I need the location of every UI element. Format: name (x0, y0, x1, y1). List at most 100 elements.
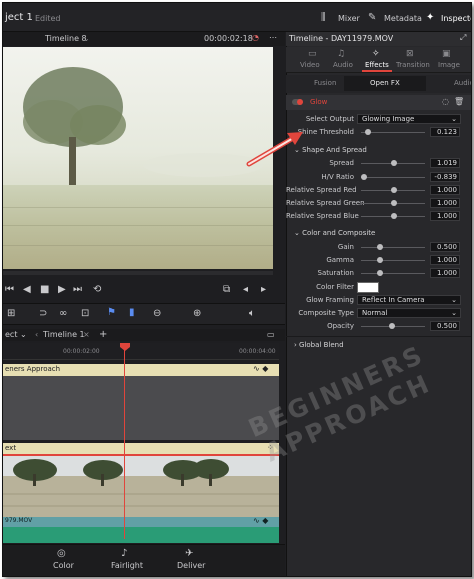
tab-audio[interactable]: Audio (333, 61, 353, 69)
text-clip-header[interactable]: ext ⁘ (3, 443, 279, 454)
composite-type-dropdown[interactable]: Normal ⌄ (357, 308, 461, 318)
mixer-button[interactable]: Mixer (338, 14, 360, 23)
opacity-field[interactable]: 0.500 (430, 321, 460, 331)
link-icon[interactable]: ∞ (59, 308, 67, 319)
zoom-out-icon[interactable]: ⊖ (153, 308, 161, 319)
viewer-scrubber[interactable] (3, 271, 273, 275)
tab-effects[interactable]: Effects (365, 61, 389, 69)
tab-transition[interactable]: Transition (396, 61, 430, 69)
volume-icon[interactable]: 🔈︎ (249, 308, 255, 319)
hv-ratio-field[interactable]: -0.839 (430, 172, 460, 182)
metadata-button[interactable]: Metadata (384, 14, 422, 23)
audio-clip-header[interactable]: 979.MOV ∿ ◆ (3, 516, 279, 527)
gain-field[interactable]: 0.500 (430, 242, 460, 252)
next-edit-icon[interactable]: ▸ (261, 284, 266, 295)
tab-image[interactable]: Image (438, 61, 460, 69)
tab-video[interactable]: Video (300, 61, 320, 69)
fairlight-page-button[interactable]: Fairlight (111, 561, 143, 570)
play-icon[interactable]: ▶ (58, 284, 66, 295)
gain-slider[interactable] (361, 247, 425, 248)
stop-icon[interactable]: ■ (40, 284, 49, 295)
label-glow-framing: Glow Framing (306, 296, 354, 304)
shine-threshold-field[interactable]: 0.123 (430, 127, 460, 137)
relative-spread-blue-knob[interactable] (391, 213, 397, 219)
audio-clip[interactable] (3, 527, 279, 543)
relative-spread-red-field[interactable]: 1.000 (430, 185, 460, 195)
timeline-view-icon[interactable]: ▭ (267, 330, 275, 339)
opacity-knob[interactable] (389, 323, 395, 329)
zoom-in-icon[interactable]: ⊕ (193, 308, 201, 319)
title-clip-header[interactable]: eners Approach ∿ ◆ (3, 364, 279, 376)
color-wheel-icon[interactable]: ◔ (252, 33, 259, 42)
playhead-line[interactable] (124, 349, 125, 539)
reset-icon[interactable]: ◌ (442, 97, 449, 106)
transition-tab-icon[interactable]: ⊠ (406, 49, 414, 59)
snapping-icon[interactable]: ⊃ (39, 308, 47, 319)
subtab-openfx[interactable]: Open FX (370, 79, 400, 87)
relative-spread-blue-field[interactable]: 1.000 (430, 211, 460, 221)
mixer-icon[interactable]: ⫼ (321, 12, 326, 23)
timeline-tab[interactable]: Timeline 1 (43, 330, 85, 339)
saturation-field[interactable]: 1.000 (430, 268, 460, 278)
audio-tab-icon[interactable]: ♫ (337, 49, 345, 59)
inspector-button[interactable]: Inspector (441, 14, 471, 23)
fairlight-page-icon[interactable]: ♪ (121, 548, 127, 559)
jump-start-icon[interactable]: ⏮ (5, 284, 14, 295)
delete-icon[interactable]: 🗑︎ (454, 97, 464, 106)
edit-toolbar: ⊞ ⊃ ∞ ⊡ ⚑ ▮ ⊖ ⊕ 🔈︎ (3, 303, 285, 325)
timeline-ruler[interactable]: 00:00:02:00 00:00:04:00 (3, 343, 279, 360)
glow-framing-dropdown[interactable]: Reflect In Camera ⌄ (357, 295, 461, 305)
saturation-slider[interactable] (361, 273, 425, 274)
loop-icon[interactable]: ⟲ (93, 284, 101, 295)
jump-end-icon[interactable]: ⏭ (73, 284, 82, 295)
hv-ratio-slider[interactable] (361, 177, 425, 178)
close-icon[interactable]: × (83, 330, 90, 339)
clip-options-icon: ⁘ (267, 443, 274, 452)
expand-icon[interactable]: ⤢ (460, 33, 466, 43)
lock-icon[interactable]: ⊡ (81, 308, 89, 319)
timeline-tab-prev[interactable]: ect ⌄ (5, 330, 27, 339)
add-tab-icon[interactable]: + (99, 329, 107, 340)
marker-icon[interactable]: ▮ (129, 307, 135, 318)
spread-knob[interactable] (391, 160, 397, 166)
gamma-field[interactable]: 1.000 (430, 255, 460, 265)
video-tab-icon[interactable]: ▭ (308, 49, 317, 59)
chevron-left-icon[interactable]: ‹ (35, 330, 38, 339)
color-filter-swatch[interactable] (357, 282, 379, 293)
step-back-icon[interactable]: ◀ (23, 284, 31, 295)
section-global-blend[interactable]: › Global Blend (294, 341, 344, 349)
inspector-icon[interactable]: ✦ (426, 12, 434, 23)
prev-edit-icon[interactable]: ◂ (243, 284, 248, 295)
metadata-icon[interactable]: ✎ (368, 12, 376, 23)
video-clip-thumbnails[interactable] (3, 454, 279, 518)
section-color-composite[interactable]: ⌄ Color and Composite (294, 229, 375, 237)
deliver-page-button[interactable]: Deliver (177, 561, 205, 570)
match-frame-icon[interactable]: ⧉ (223, 284, 230, 295)
color-page-icon[interactable]: ◎ (57, 548, 66, 559)
subtab-audio[interactable]: Audio (454, 79, 471, 87)
deliver-page-icon[interactable]: ✈ (185, 548, 193, 559)
glow-effect-header[interactable]: Glow ◌ 🗑︎ (286, 95, 471, 110)
color-page-button[interactable]: Color (53, 561, 74, 570)
trim-icon[interactable]: ⊞ (7, 308, 15, 319)
gain-knob[interactable] (377, 244, 383, 250)
effects-tab-icon[interactable]: ✧ (372, 49, 380, 59)
select-output-dropdown[interactable]: Glowing Image ⌄ (357, 114, 461, 124)
viewer-timeline-name[interactable]: Timeline 8 (45, 34, 87, 43)
relative-spread-green-field[interactable]: 1.000 (430, 198, 460, 208)
relative-spread-green-knob[interactable] (391, 200, 397, 206)
gamma-knob[interactable] (377, 257, 383, 263)
shine-threshold-knob[interactable] (365, 129, 371, 135)
image-tab-icon[interactable]: ▣ (442, 49, 451, 59)
saturation-knob[interactable] (377, 270, 383, 276)
annotation-arrow (246, 132, 303, 167)
flag-icon[interactable]: ⚑ (107, 307, 116, 318)
chevron-down-icon[interactable]: ⌄ (83, 34, 90, 43)
video-viewer[interactable] (3, 47, 273, 269)
subtab-fusion[interactable]: Fusion (314, 79, 336, 87)
more-icon[interactable]: ⋯ (269, 33, 277, 42)
hv-ratio-knob[interactable] (361, 174, 367, 180)
spread-field[interactable]: 1.019 (430, 158, 460, 168)
relative-spread-red-knob[interactable] (391, 187, 397, 193)
gamma-slider[interactable] (361, 260, 425, 261)
